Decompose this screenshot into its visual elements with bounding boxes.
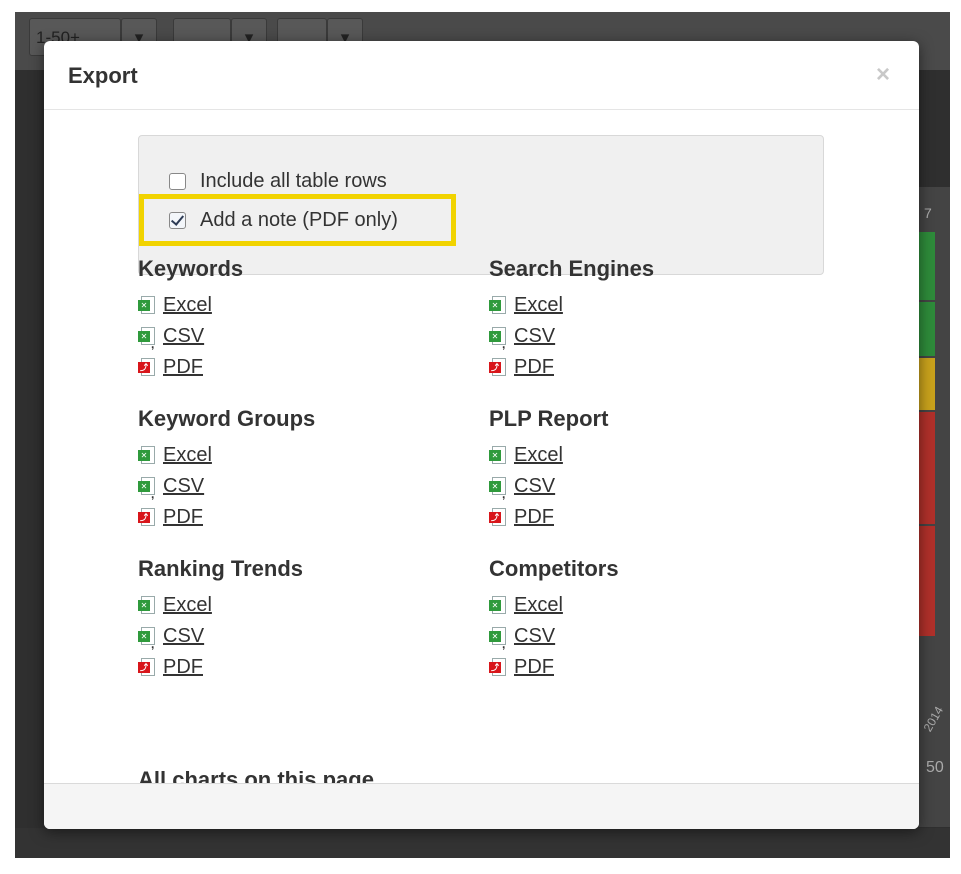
csv-file-icon: ✕, <box>138 626 155 651</box>
export-link-row[interactable]: ✕ Excel <box>489 590 809 621</box>
pdf-file-icon: ⤴ <box>138 657 155 678</box>
pdf-file-icon: ⤴ <box>138 357 155 378</box>
background-chart-bar <box>918 412 935 524</box>
excel-export-link[interactable]: Excel <box>163 444 212 467</box>
csv-file-icon: ✕, <box>489 626 506 651</box>
section-title: Keyword Groups <box>138 406 316 431</box>
pdf-file-icon: ⤴ <box>489 357 506 378</box>
csv-export-link[interactable]: CSV <box>163 625 204 648</box>
background-footer-bar <box>15 828 950 858</box>
pdf-export-link[interactable]: PDF <box>514 356 554 379</box>
excel-export-link[interactable]: Excel <box>163 594 212 617</box>
export-section: PLP Report ✕ Excel ✕, CSV ⤴ PDF <box>489 406 809 533</box>
section-title: Search Engines <box>489 256 655 281</box>
pdf-file-icon: ⤴ <box>489 657 506 678</box>
section-title: Keywords <box>138 256 244 281</box>
csv-file-icon: ✕, <box>489 476 506 501</box>
pdf-export-link[interactable]: PDF <box>514 656 554 679</box>
export-link-row[interactable]: ⤴ PDF <box>138 652 458 683</box>
excel-export-link[interactable]: Excel <box>163 294 212 317</box>
pdf-export-link[interactable]: PDF <box>514 506 554 529</box>
background-chart-bar <box>918 358 935 410</box>
pdf-export-link[interactable]: PDF <box>163 356 203 379</box>
section-title: PLP Report <box>489 406 609 431</box>
export-link-row[interactable]: ⤴ PDF <box>138 502 458 533</box>
excel-file-icon: ✕ <box>138 445 155 466</box>
pdf-file-icon: ⤴ <box>138 507 155 528</box>
export-link-row[interactable]: ✕, CSV <box>138 321 458 352</box>
background-chart-bar <box>918 232 935 300</box>
excel-file-icon: ✕ <box>489 595 506 616</box>
excel-file-icon: ✕ <box>489 445 506 466</box>
export-link-row[interactable]: ⤴ PDF <box>489 652 809 683</box>
export-section: Keyword Groups ✕ Excel ✕, CSV ⤴ PDF <box>138 406 458 533</box>
modal-title: Export <box>68 63 138 88</box>
include-all-rows-option[interactable]: Include all table rows <box>169 170 387 193</box>
export-link-row[interactable]: ⤴ PDF <box>138 352 458 383</box>
section-title: Ranking Trends <box>138 556 304 581</box>
export-link-row[interactable]: ⤴ PDF <box>489 352 809 383</box>
csv-export-link[interactable]: CSV <box>514 625 555 648</box>
excel-export-link[interactable]: Excel <box>514 594 563 617</box>
export-section: Keywords ✕ Excel ✕, CSV ⤴ PDF <box>138 256 458 383</box>
export-link-row[interactable]: ✕ Excel <box>489 440 809 471</box>
export-modal: Export × Include all table rows Add a no… <box>44 41 919 829</box>
highlight-box <box>139 194 456 246</box>
export-link-row[interactable]: ✕, CSV <box>138 621 458 652</box>
export-link-row[interactable]: ✕, CSV <box>489 471 809 502</box>
section-title-all-charts: All charts on this page <box>138 767 374 783</box>
pdf-file-icon: ⤴ <box>489 507 506 528</box>
csv-export-link[interactable]: CSV <box>514 325 555 348</box>
export-section: Ranking Trends ✕ Excel ✕, CSV ⤴ PDF <box>138 556 458 683</box>
include-all-rows-checkbox[interactable] <box>169 173 186 190</box>
pdf-export-link[interactable]: PDF <box>163 506 203 529</box>
background-label: 7 <box>924 205 932 221</box>
export-link-row[interactable]: ✕ Excel <box>489 290 809 321</box>
excel-file-icon: ✕ <box>138 295 155 316</box>
excel-export-link[interactable]: Excel <box>514 294 563 317</box>
export-link-row[interactable]: ✕ Excel <box>138 440 458 471</box>
export-link-row[interactable]: ✕, CSV <box>138 471 458 502</box>
background-label: 50 <box>926 759 944 776</box>
background-chart-bar <box>918 526 935 636</box>
export-section: Competitors ✕ Excel ✕, CSV ⤴ PDF <box>489 556 809 683</box>
csv-file-icon: ✕, <box>138 476 155 501</box>
export-link-row[interactable]: ✕ Excel <box>138 290 458 321</box>
csv-file-icon: ✕, <box>138 326 155 351</box>
csv-export-link[interactable]: CSV <box>163 475 204 498</box>
csv-export-link[interactable]: CSV <box>163 325 204 348</box>
export-link-row[interactable]: ✕, CSV <box>489 621 809 652</box>
excel-file-icon: ✕ <box>489 295 506 316</box>
csv-export-link[interactable]: CSV <box>514 475 555 498</box>
modal-header: Export × <box>44 41 919 110</box>
excel-file-icon: ✕ <box>138 595 155 616</box>
close-icon[interactable]: × <box>876 63 890 87</box>
modal-footer <box>44 783 919 829</box>
export-section: Search Engines ✕ Excel ✕, CSV ⤴ PDF <box>489 256 809 383</box>
export-link-row[interactable]: ✕ Excel <box>138 590 458 621</box>
background-chart-bar <box>918 302 935 356</box>
include-all-rows-label: Include all table rows <box>200 170 387 192</box>
export-link-row[interactable]: ✕, CSV <box>489 321 809 352</box>
export-link-row[interactable]: ⤴ PDF <box>489 502 809 533</box>
excel-export-link[interactable]: Excel <box>514 444 563 467</box>
section-title: Competitors <box>489 556 619 581</box>
pdf-export-link[interactable]: PDF <box>163 656 203 679</box>
modal-body: Include all table rows Add a note (PDF o… <box>44 111 919 783</box>
csv-file-icon: ✕, <box>489 326 506 351</box>
